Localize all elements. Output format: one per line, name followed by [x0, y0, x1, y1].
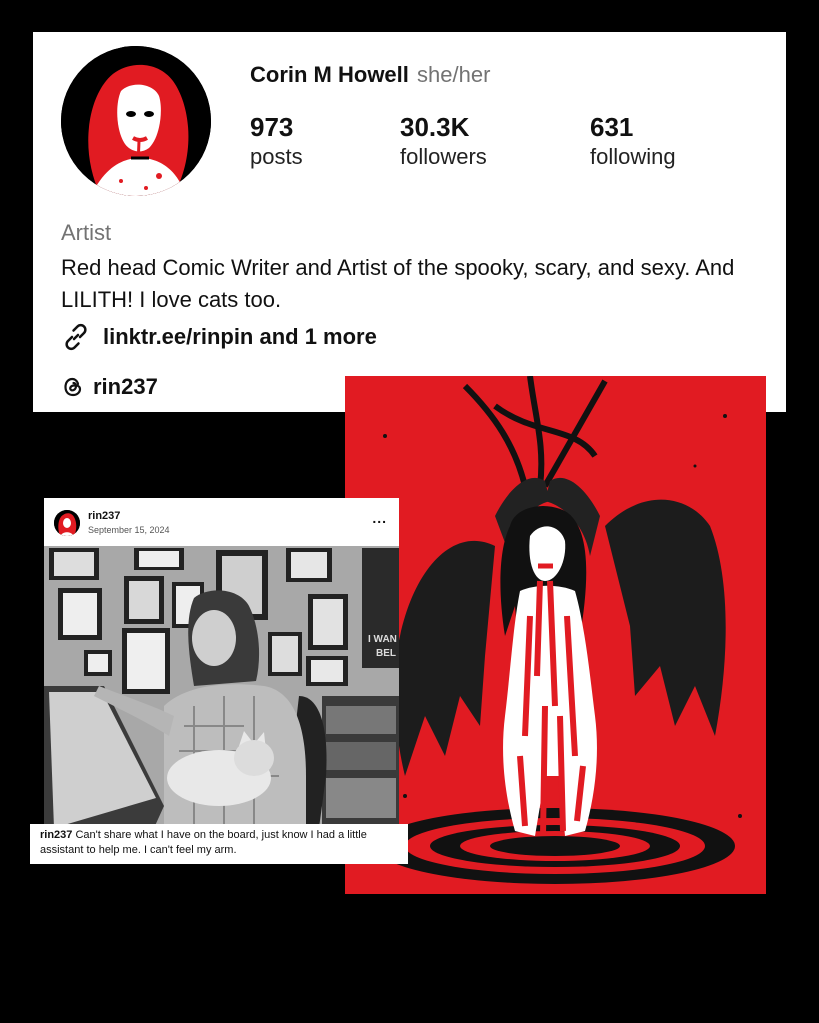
threads-badge[interactable]: rin237: [61, 374, 158, 400]
lilith-artwork: [345, 376, 766, 894]
stat-following[interactable]: 631 following: [590, 112, 676, 172]
poster-text-1: I WAN: [368, 634, 397, 645]
threads-handle: rin237: [93, 374, 158, 399]
stat-followers-label: followers: [400, 144, 487, 169]
stat-posts[interactable]: 973 posts: [250, 112, 303, 172]
profile-pronouns: she/her: [417, 62, 491, 87]
caption-username[interactable]: rin237: [40, 829, 72, 841]
stat-following-label: following: [590, 144, 676, 169]
stat-followers[interactable]: 30.3K followers: [400, 112, 487, 172]
post-date: September 15, 2024: [88, 525, 170, 535]
caption-text: Can't share what I have on the board, ju…: [40, 829, 367, 856]
profile-category: Artist: [61, 220, 112, 245]
stat-posts-count: 973: [250, 112, 294, 142]
threads-icon: [64, 377, 82, 397]
post-caption: rin237 Can't share what I have on the bo…: [30, 824, 408, 864]
post-photo: I WAN BEL: [44, 546, 399, 828]
stat-following-count: 631: [590, 112, 634, 142]
profile-link-text: linktr.ee/rinpin and 1 more: [103, 324, 377, 349]
stat-followers-count: 30.3K: [400, 112, 470, 142]
profile-name-row: Corin M Howell she/her: [250, 62, 490, 88]
profile-bio: Red head Comic Writer and Artist of the …: [61, 255, 735, 312]
post-username[interactable]: rin237: [88, 510, 120, 522]
instagram-post[interactable]: rin237 September 15, 2024 ... I WAN BEL: [44, 498, 399, 828]
profile-link[interactable]: linktr.ee/rinpin and 1 more: [61, 322, 377, 352]
post-avatar[interactable]: [54, 510, 80, 536]
stat-posts-label: posts: [250, 144, 303, 169]
profile-name: Corin M Howell: [250, 62, 409, 87]
profile-header: Corin M Howell she/her 973 posts 30.3K f…: [33, 32, 786, 412]
poster-text-2: BEL: [376, 648, 396, 659]
profile-avatar[interactable]: [61, 46, 211, 196]
post-header: rin237 September 15, 2024 ...: [44, 498, 399, 546]
more-options-icon[interactable]: ...: [372, 510, 387, 526]
link-icon: [65, 323, 87, 351]
